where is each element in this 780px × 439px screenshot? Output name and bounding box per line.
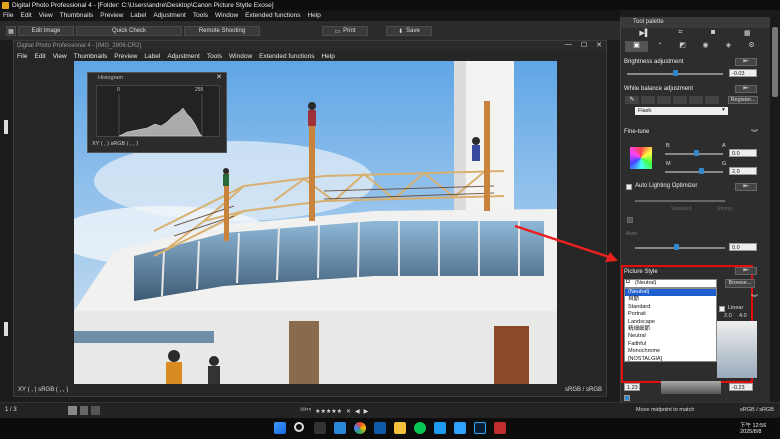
thumbnail-size-buttons [68, 406, 101, 415]
move-midpoint-label: Move midpoint to match [636, 407, 695, 413]
search-icon[interactable] [294, 422, 304, 432]
bottom-color-space: sRGB / sRGB [740, 407, 774, 413]
word-icon[interactable] [374, 422, 386, 434]
prev-image-icon[interactable]: ◀ [355, 408, 360, 415]
dpp-icon[interactable] [494, 422, 506, 434]
rating-toolbar: ¹²³⁴⁵ ★★★★★ ✕ ◀ ▶ [300, 406, 480, 416]
messenger-icon[interactable] [434, 422, 446, 434]
small-thumbnails-icon[interactable] [91, 406, 101, 415]
medium-thumbnails-icon[interactable] [79, 406, 89, 415]
bottom-status-bar: 1 / 3 ¹²³⁴⁵ ★★★★★ ✕ ◀ ▶ Move midpoint to… [0, 402, 780, 418]
windows-taskbar: 下午 12:56 2025/8/8 [0, 418, 780, 439]
line-icon[interactable] [414, 422, 426, 434]
file-explorer-icon[interactable] [394, 422, 406, 434]
large-thumbnails-icon[interactable] [68, 406, 77, 415]
next-image-bottom-icon[interactable]: ▶ [364, 408, 369, 415]
mail-icon[interactable] [454, 422, 466, 434]
star-rating-icon[interactable]: ★★★★★ [315, 408, 342, 415]
annotation-arrow [514, 224, 618, 262]
clock-time: 下午 12:56 [740, 423, 767, 429]
edge-icon[interactable] [334, 422, 346, 434]
task-view-icon[interactable] [314, 422, 326, 434]
photoshop-icon[interactable] [474, 422, 486, 434]
start-icon[interactable] [274, 422, 286, 434]
label-icon[interactable]: ¹²³⁴⁵ [300, 408, 311, 414]
reject-icon[interactable]: ✕ [346, 408, 351, 415]
chrome-icon[interactable] [354, 422, 366, 434]
clock-date: 2025/8/8 [740, 429, 762, 435]
page-count: 1 / 3 [5, 407, 17, 413]
